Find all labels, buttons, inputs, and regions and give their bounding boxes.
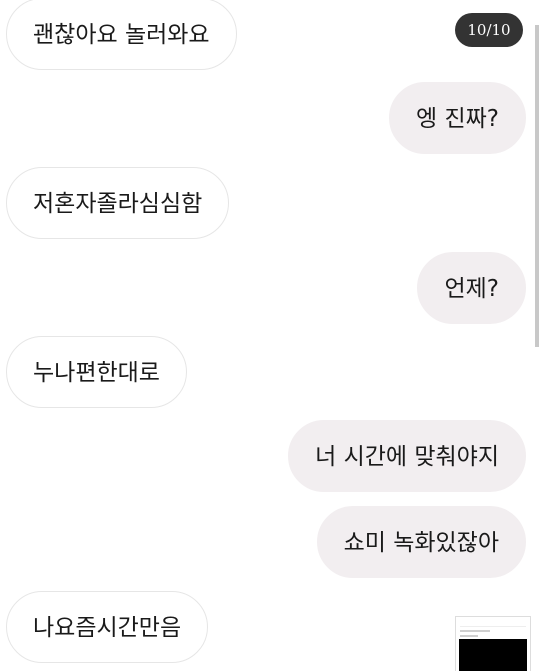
- scrollbar[interactable]: [535, 25, 539, 347]
- message-bubble-incoming[interactable]: 나요즘시간만음: [6, 591, 209, 663]
- message-bubble-incoming[interactable]: 괜찮아요 놀러와요: [6, 0, 237, 70]
- message-bubble-incoming[interactable]: 저혼자졸라심심함: [6, 167, 230, 239]
- screenshot-thumbnail[interactable]: [455, 616, 531, 671]
- image-counter-badge: 10/10: [455, 13, 523, 47]
- message-bubble-outgoing[interactable]: 너 시간에 맞춰야지: [288, 420, 526, 492]
- thumbnail-header: [460, 620, 526, 627]
- message-bubble-outgoing[interactable]: 쇼미 녹화있잖아: [316, 506, 526, 578]
- thumbnail-preview: [459, 639, 527, 671]
- message-bubble-outgoing[interactable]: 엥 진짜?: [389, 82, 526, 154]
- message-bubble-outgoing[interactable]: 언제?: [417, 252, 526, 324]
- message-bubble-incoming[interactable]: 누나편한대로: [6, 336, 187, 408]
- thumbnail-line: [460, 630, 490, 632]
- chat-window: 괜찮아요 놀러와요 10/10 엥 진짜? 저혼자졸라심심함 언제? 누나편한대…: [0, 0, 540, 671]
- thumbnail-line: [460, 635, 478, 637]
